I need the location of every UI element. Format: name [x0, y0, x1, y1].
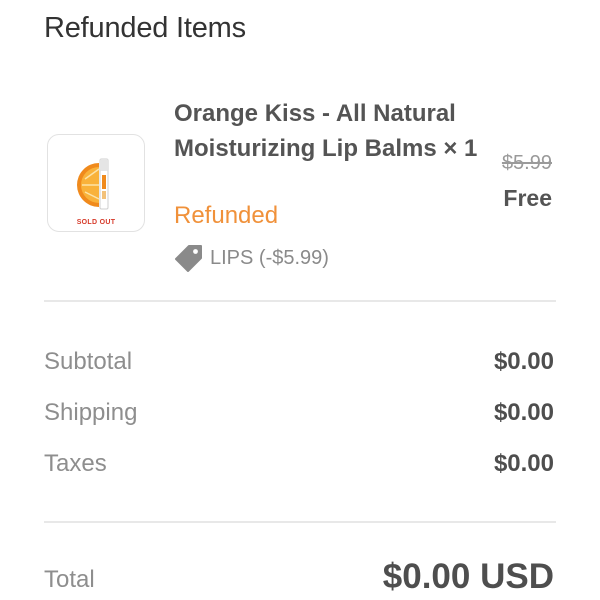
- product-image[interactable]: SOLD OUT: [47, 134, 145, 232]
- taxes-value: $0.00: [493, 450, 554, 477]
- tag-icon: [175, 245, 202, 272]
- total-label: Total: [44, 566, 95, 593]
- sold-out-badge: SOLD OUT: [76, 219, 116, 226]
- shipping-label: Shipping: [44, 399, 138, 426]
- subtotal-label: Subtotal: [44, 348, 133, 375]
- item-name[interactable]: Orange Kiss - All Natural Moisturizing L…: [174, 96, 484, 166]
- shipping-value: $0.00: [493, 399, 554, 426]
- discount-code: LIPS (-$5.99): [174, 244, 329, 272]
- divider: [44, 521, 556, 523]
- divider: [44, 300, 556, 302]
- total-value: $0.00 USD: [382, 557, 554, 596]
- taxes-label: Taxes: [44, 450, 107, 477]
- original-price: $5.99: [501, 152, 552, 174]
- final-price: Free: [503, 185, 552, 211]
- subtotal-value: $0.00: [493, 348, 554, 375]
- section-title: Refunded Items: [44, 12, 246, 44]
- item-status: Refunded: [174, 202, 279, 229]
- discount-label: LIPS (-$5.99): [210, 246, 329, 269]
- orange-slice-lip-balm-icon: [77, 158, 109, 210]
- refunded-items-page: Refunded Items SOLD OUT Orange Kiss - Al…: [0, 0, 600, 600]
